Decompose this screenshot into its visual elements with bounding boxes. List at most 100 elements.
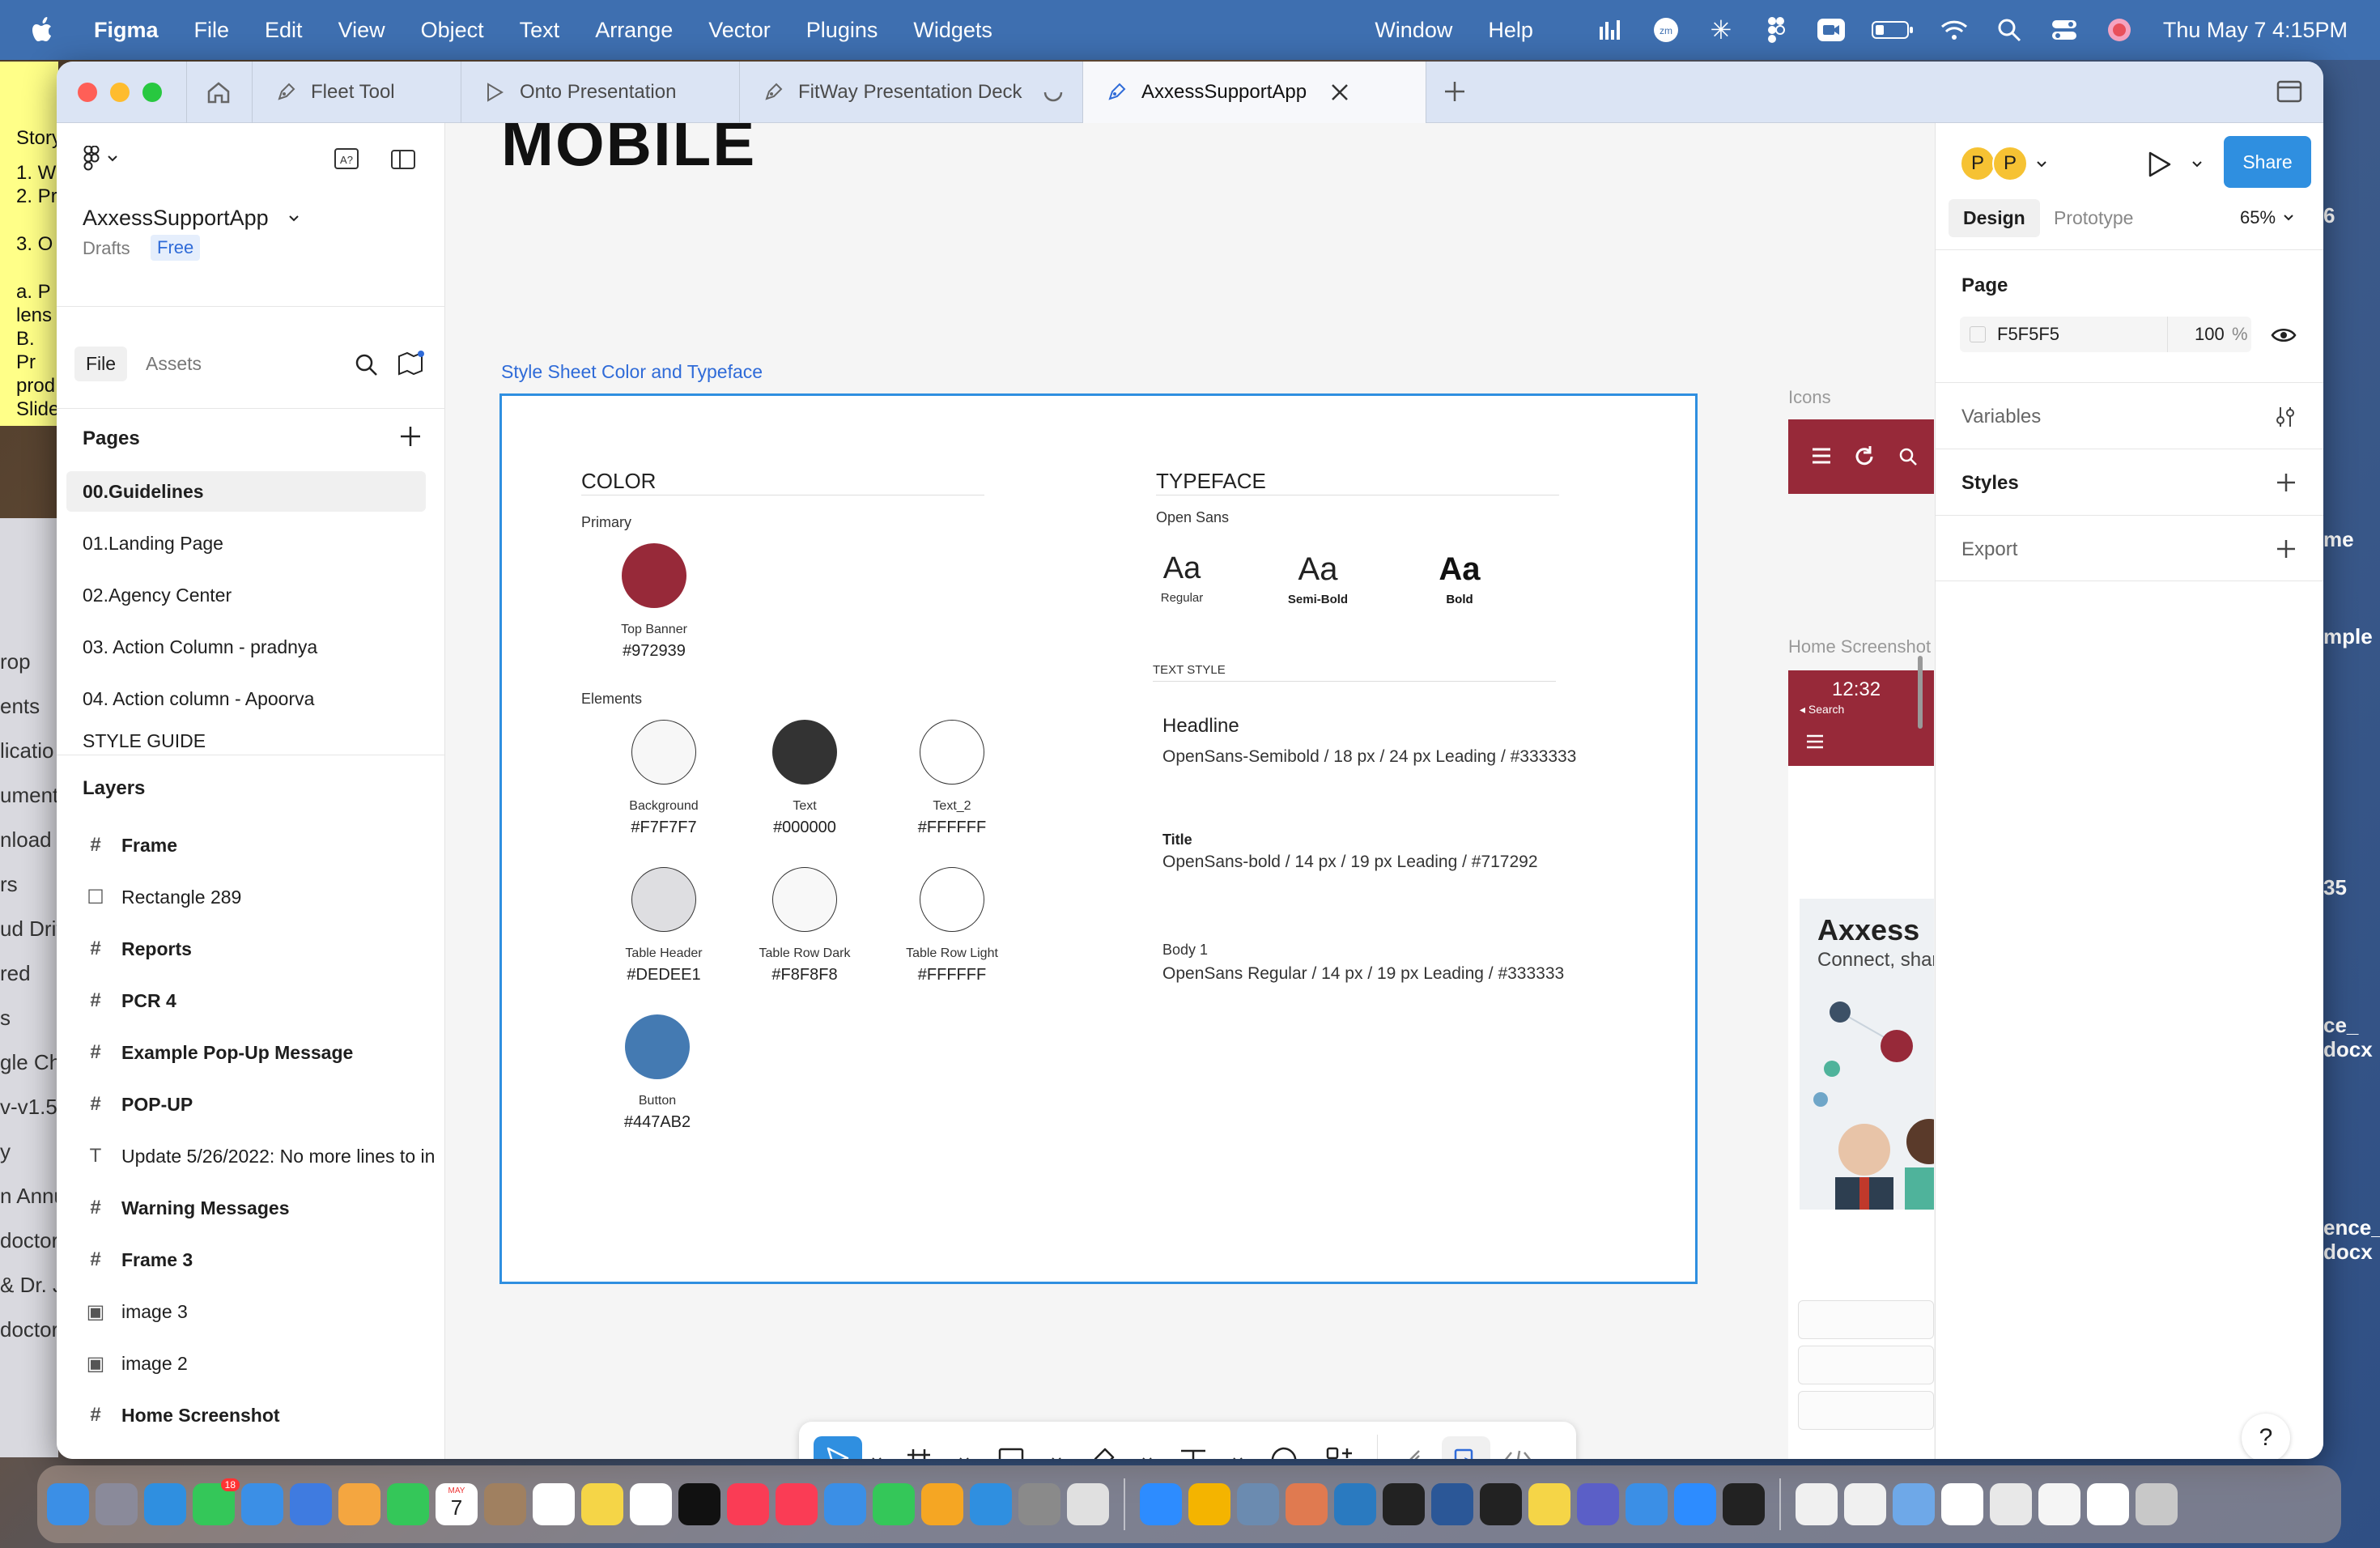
library-icon[interactable] xyxy=(397,350,424,376)
word-icon[interactable] xyxy=(1431,1483,1473,1525)
menu-view[interactable]: View xyxy=(321,18,403,43)
desktop-file-label[interactable]: 35 xyxy=(2323,863,2347,912)
search-icon[interactable] xyxy=(355,353,379,377)
layer-item[interactable]: # Home Screenshot xyxy=(81,1393,437,1438)
add-page-icon[interactable] xyxy=(398,424,423,449)
preview-icon[interactable] xyxy=(1067,1483,1109,1525)
chevron-down-icon[interactable] xyxy=(959,1457,969,1459)
desktop-file-label[interactable]: ents xyxy=(0,684,58,729)
menu-arrange[interactable]: Arrange xyxy=(577,18,691,43)
chevron-down-icon[interactable] xyxy=(1142,1457,1152,1459)
home-screenshot-label[interactable]: Home Screenshot xyxy=(1788,636,1931,657)
panel-layout-icon[interactable] xyxy=(390,149,416,170)
color-swatch[interactable] xyxy=(772,720,837,785)
text-tool-icon[interactable] xyxy=(1179,1448,1207,1459)
figma-app-icon[interactable] xyxy=(1383,1483,1425,1525)
desktop-file-label[interactable]: licatio xyxy=(0,729,58,773)
freeform-icon[interactable] xyxy=(630,1483,672,1525)
photos-icon[interactable] xyxy=(338,1483,380,1525)
trash-icon[interactable] xyxy=(2136,1483,2178,1525)
layer-item[interactable]: ▣ image 3 xyxy=(81,1289,437,1334)
color-swatch[interactable] xyxy=(622,543,686,608)
layer-item[interactable]: T Update 5/26/2022: No more lines to in xyxy=(81,1133,437,1179)
notes-icon[interactable] xyxy=(581,1483,623,1525)
tab-design[interactable]: Design xyxy=(1949,199,2040,237)
draw-mode-icon[interactable] xyxy=(1396,1448,1424,1459)
menu-text[interactable]: Text xyxy=(502,18,578,43)
desktop-file-label[interactable]: mple xyxy=(2323,612,2373,661)
color-swatch[interactable] xyxy=(631,867,696,932)
page-item[interactable]: 02.Agency Center xyxy=(66,575,426,615)
avatar[interactable]: P xyxy=(1960,146,1995,181)
chevron-down-icon[interactable] xyxy=(1052,1457,1061,1459)
wifi-icon[interactable] xyxy=(1938,14,1970,46)
menu-app-name[interactable]: Figma xyxy=(76,18,176,43)
menu-file[interactable]: File xyxy=(176,18,248,43)
home-tab[interactable] xyxy=(186,62,253,123)
messages-icon[interactable]: 18 xyxy=(193,1478,240,1525)
window-thumbnail-icon[interactable] xyxy=(2087,1483,2129,1525)
layer-item[interactable]: ▣ image 2 xyxy=(81,1341,437,1386)
layer-item[interactable]: # Warning Messages xyxy=(81,1185,437,1231)
figma-status-icon[interactable] xyxy=(1760,14,1792,46)
window-thumbnail-icon[interactable] xyxy=(1990,1483,2032,1525)
keynote-icon[interactable] xyxy=(824,1483,866,1525)
desktop-file-label[interactable]: me xyxy=(2323,515,2354,563)
reminders-icon[interactable] xyxy=(533,1483,575,1525)
design-canvas[interactable]: MOBILE Style Sheet Color and Typeface CO… xyxy=(446,123,1992,1459)
zoom-meetings-icon[interactable] xyxy=(1674,1483,1716,1525)
zoom-window-button[interactable] xyxy=(142,83,162,102)
contacts-icon[interactable] xyxy=(484,1483,526,1525)
activity-monitor-status-icon[interactable] xyxy=(1595,14,1627,46)
tab-prototype[interactable]: Prototype xyxy=(2054,207,2133,229)
tab-assets[interactable]: Assets xyxy=(146,353,202,375)
menu-vector[interactable]: Vector xyxy=(691,18,788,43)
frame-label[interactable]: Style Sheet Color and Typeface xyxy=(501,361,763,383)
variables-settings-icon[interactable] xyxy=(2274,406,2297,428)
system-settings-icon[interactable] xyxy=(1018,1483,1060,1525)
dev-mode-code-icon[interactable] xyxy=(1503,1448,1532,1459)
add-export-icon[interactable] xyxy=(2276,538,2297,559)
chevron-down-icon[interactable] xyxy=(2191,160,2203,168)
comment-tool-icon[interactable] xyxy=(1269,1446,1298,1459)
icons-frame[interactable] xyxy=(1788,419,1934,494)
desktop-file-label[interactable]: rs xyxy=(0,862,58,907)
drafts-label[interactable]: Drafts xyxy=(83,238,130,259)
terminal-icon[interactable] xyxy=(1480,1483,1522,1525)
move-tool-button[interactable] xyxy=(814,1436,862,1459)
pen-tool-icon[interactable] xyxy=(1087,1446,1116,1459)
camera-status-icon[interactable] xyxy=(1815,14,1847,46)
desktop-file-label[interactable]: nload xyxy=(0,818,58,862)
frame-tool-icon[interactable] xyxy=(906,1448,932,1459)
close-window-button[interactable] xyxy=(78,83,97,102)
new-tab-button[interactable] xyxy=(1443,79,1467,104)
tab-onto-presentation[interactable]: Onto Presentation xyxy=(461,62,740,123)
home-scrollbar[interactable] xyxy=(1918,656,1923,729)
safari-icon[interactable] xyxy=(144,1483,186,1525)
page-color-field[interactable]: F5F5F5 100 % xyxy=(1960,317,2251,352)
color-swatch[interactable] xyxy=(625,1014,690,1079)
desktop-file-label[interactable]: ument xyxy=(0,773,58,818)
control-center-icon[interactable] xyxy=(2048,14,2080,46)
add-style-icon[interactable] xyxy=(2276,472,2297,493)
tv-icon[interactable] xyxy=(678,1483,720,1525)
chevron-down-icon[interactable] xyxy=(1233,1457,1243,1459)
siri-icon[interactable] xyxy=(2103,14,2136,46)
desktop-file-label[interactable]: doctor xyxy=(0,1218,58,1263)
close-tab-icon[interactable] xyxy=(1331,83,1349,101)
page-item[interactable]: 03. Action Column - pradnya xyxy=(66,627,426,667)
desktop-file-label[interactable]: gle Ch xyxy=(0,1040,58,1085)
apple-icon[interactable] xyxy=(0,17,76,43)
folder-icon[interactable] xyxy=(1893,1483,1935,1525)
desktop-file-label[interactable]: 6 xyxy=(2323,191,2335,240)
desktop-file-label[interactable]: doctor xyxy=(0,1308,58,1352)
app-icon[interactable] xyxy=(290,1483,332,1525)
pages-icon[interactable] xyxy=(921,1483,963,1525)
avatar[interactable]: P xyxy=(1992,146,2028,181)
launchpad-icon[interactable] xyxy=(96,1483,138,1525)
app-store-icon[interactable] xyxy=(970,1483,1012,1525)
layer-item[interactable]: # Frame 3 xyxy=(81,1237,437,1282)
help-button[interactable]: ? xyxy=(2242,1414,2290,1459)
icons-label[interactable]: Icons xyxy=(1788,387,1831,408)
desktop-file-label[interactable]: s xyxy=(0,996,58,1040)
